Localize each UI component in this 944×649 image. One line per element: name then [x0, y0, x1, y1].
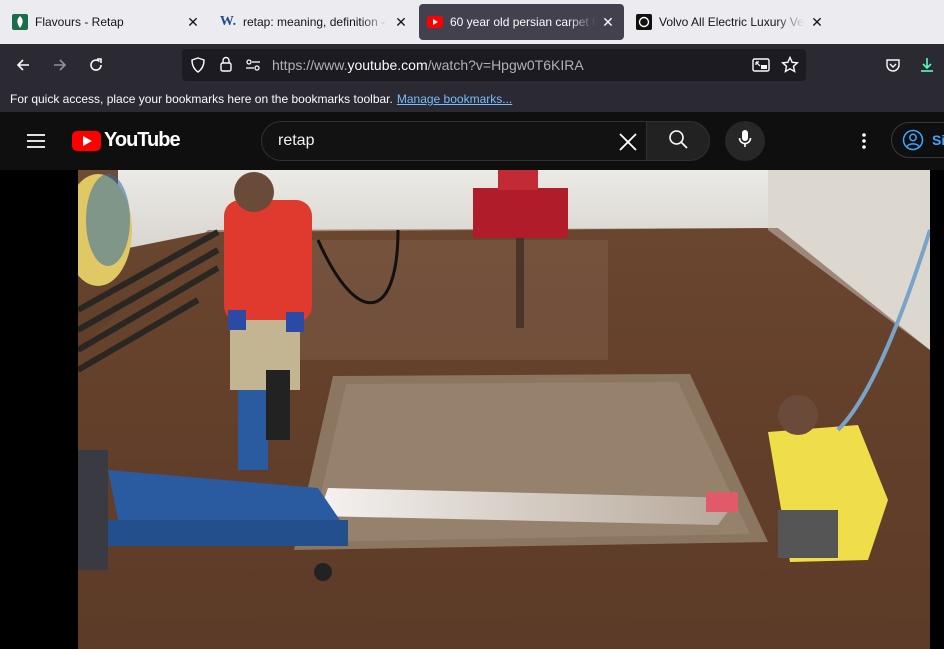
- lock-icon[interactable]: [218, 56, 234, 78]
- close-tab-icon[interactable]: ✕: [185, 14, 201, 31]
- youtube-masthead: YouTube retap Si: [0, 112, 944, 170]
- pocket-icon[interactable]: [880, 52, 906, 78]
- search-input[interactable]: retap: [278, 132, 314, 150]
- microphone-icon: [738, 129, 752, 154]
- tab-flavours[interactable]: Flavours - Retap ✕: [4, 4, 209, 40]
- youtube-logo[interactable]: YouTube: [72, 129, 181, 152]
- search-icon: [668, 129, 688, 154]
- tab-title: retap: meaning, definition - W: [243, 15, 389, 29]
- manage-bookmarks-link[interactable]: Manage bookmarks...: [397, 92, 512, 106]
- permissions-icon[interactable]: [245, 57, 261, 78]
- reload-icon[interactable]: [83, 52, 109, 78]
- navigation-toolbar: https://www.youtube.com/watch?v=Hpgw0T6K…: [0, 44, 944, 86]
- video-player[interactable]: [78, 170, 930, 649]
- url-domain: youtube.com: [347, 57, 428, 73]
- address-bar[interactable]: https://www.youtube.com/watch?v=Hpgw0T6K…: [182, 49, 806, 81]
- url-text[interactable]: https://www.youtube.com/watch?v=Hpgw0T6K…: [272, 57, 584, 73]
- retap-favicon-icon: [12, 14, 28, 30]
- tab-title: 60 year old persian carpet th: [450, 15, 596, 29]
- voice-search-button[interactable]: [725, 121, 765, 161]
- hamburger-menu-icon[interactable]: [26, 133, 46, 154]
- bookmarks-toolbar: For quick access, place your bookmarks h…: [0, 86, 944, 112]
- search-button[interactable]: [646, 121, 710, 161]
- tab-wordnik[interactable]: W. retap: meaning, definition - W ✕: [212, 4, 417, 40]
- youtube-wordmark: YouTube: [104, 129, 181, 151]
- forward-arrow-icon[interactable]: [47, 52, 73, 78]
- w-favicon-icon: W.: [219, 14, 237, 29]
- close-tab-icon[interactable]: ✕: [393, 14, 409, 31]
- picture-in-picture-icon[interactable]: [752, 57, 770, 78]
- url-prefix: https://www.: [272, 57, 348, 73]
- tab-title: Volvo All Electric Luxury Vehi: [659, 15, 805, 29]
- close-tab-icon[interactable]: ✕: [809, 14, 825, 31]
- clear-search-icon[interactable]: [618, 132, 638, 157]
- back-arrow-icon[interactable]: [10, 52, 36, 78]
- tab-strip: Flavours - Retap ✕ W. retap: meaning, de…: [0, 0, 944, 44]
- more-options-icon[interactable]: [856, 131, 872, 156]
- youtube-play-logo-icon: [72, 130, 101, 151]
- bookmarks-hint: For quick access, place your bookmarks h…: [10, 92, 393, 106]
- account-circle-icon: [902, 129, 924, 151]
- tab-volvo[interactable]: Volvo All Electric Luxury Vehi ✕: [628, 4, 833, 40]
- tab-youtube-video[interactable]: 60 year old persian carpet th ✕: [419, 4, 624, 40]
- sign-in-button[interactable]: Si: [891, 122, 944, 158]
- url-path: /watch?v=Hpgw0T6KIRA: [427, 57, 584, 73]
- youtube-favicon-icon: [427, 14, 443, 30]
- tab-title: Flavours - Retap: [35, 15, 124, 29]
- close-tab-icon[interactable]: ✕: [600, 14, 616, 31]
- shield-icon[interactable]: [190, 57, 206, 78]
- sign-in-label: Si: [932, 132, 944, 148]
- bookmark-star-icon[interactable]: [780, 55, 800, 79]
- download-icon[interactable]: [914, 52, 940, 78]
- volvo-favicon-icon: [636, 14, 652, 30]
- search-box[interactable]: retap: [261, 121, 647, 161]
- video-frame-image: [78, 170, 930, 649]
